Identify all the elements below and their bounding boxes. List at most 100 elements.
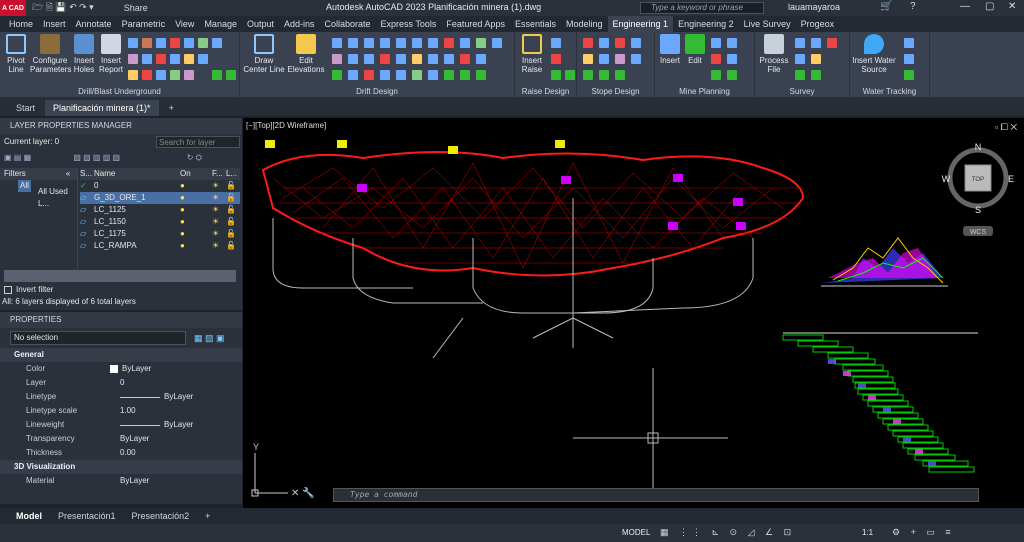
model-space-button[interactable]: MODEL (622, 528, 650, 537)
viewcube[interactable]: TOP N E S W WCS (942, 142, 1014, 236)
col-lock[interactable]: L... (226, 168, 237, 180)
quick-access-icons[interactable]: 🗁 🗎 💾 ↶ ↷ ▾ (32, 0, 94, 16)
tab-layout2[interactable]: Presentación2 (124, 511, 198, 521)
tool-icon[interactable] (827, 38, 837, 48)
insert-raise-button[interactable]: Insert Raise (517, 34, 547, 74)
prop-value[interactable]: ByLayer (120, 432, 149, 446)
edit-elevations-button[interactable]: Edit Elevations (286, 34, 326, 74)
tool-icon[interactable] (396, 38, 406, 48)
tool-icon[interactable] (348, 70, 358, 80)
menu-tab-progeox[interactable]: Progeox (796, 16, 840, 32)
tool-icon[interactable] (476, 54, 486, 64)
tool-icon[interactable] (128, 54, 138, 64)
layer-row[interactable]: ▱ LC_1125 ● ☀ 🔓 (80, 204, 240, 216)
tool-icon[interactable] (128, 38, 138, 48)
col-status[interactable]: S... (80, 168, 94, 180)
menu-tab-live-survey[interactable]: Live Survey (739, 16, 796, 32)
prop-value[interactable]: 0 (120, 376, 124, 390)
layer-row[interactable]: ✓ 0 ● ☀ 🔓 (80, 180, 240, 192)
checkbox-icon[interactable] (444, 70, 454, 80)
drawing-canvas[interactable]: [−][Top][2D Wireframe] TOP N E S W WCS Y… (243, 118, 1024, 508)
tool-icon[interactable] (364, 38, 374, 48)
tool-icon[interactable] (583, 54, 593, 64)
menu-tab-modeling[interactable]: Modeling (561, 16, 608, 32)
prop-value[interactable]: ByLayer (164, 390, 193, 404)
tool-icon[interactable] (811, 38, 821, 48)
selection-dropdown[interactable]: No selection (10, 331, 186, 345)
collapse-icon[interactable]: « (66, 168, 70, 180)
add-layout-button[interactable]: + (197, 511, 218, 521)
command-tools[interactable]: ✕ 🔧 (291, 488, 315, 499)
tool-icon[interactable] (156, 38, 166, 48)
tool-icon[interactable] (631, 38, 641, 48)
tool-icon[interactable] (811, 54, 821, 64)
tool-icon[interactable] (727, 38, 737, 48)
checkbox-icon[interactable] (332, 70, 342, 80)
filter-all-used[interactable]: All Used L... (38, 186, 77, 210)
tool-icon[interactable] (198, 54, 208, 64)
tool-icon[interactable] (428, 70, 438, 80)
layer-row[interactable]: ▱ LC_1175 ● ☀ 🔓 (80, 228, 240, 240)
tool-icon[interactable] (184, 38, 194, 48)
tool-icon[interactable] (904, 54, 914, 64)
layer-row[interactable]: ▱ LC_RAMPA ● ☀ 🔓 (80, 240, 240, 252)
tool-icon[interactable] (142, 38, 152, 48)
tool-icon[interactable] (476, 38, 486, 48)
tool-icon[interactable] (348, 38, 358, 48)
invert-filter-checkbox[interactable]: Invert filter (4, 284, 53, 296)
layer-search-input[interactable]: Search for layer (156, 136, 240, 148)
checkbox-icon[interactable] (476, 70, 486, 80)
new-tab-button[interactable]: + (161, 100, 182, 116)
share-button[interactable]: Share (124, 3, 148, 13)
tool-icon[interactable] (615, 38, 625, 48)
close-icon[interactable]: ✕ (1008, 1, 1016, 12)
tool-icon[interactable] (170, 70, 180, 80)
tool-icon[interactable] (380, 54, 390, 64)
prop-value[interactable]: 0.00 (120, 446, 136, 460)
annotation-scale[interactable]: 1:1 (862, 528, 873, 537)
tool-icon[interactable] (184, 54, 194, 64)
checkbox-icon[interactable] (904, 70, 914, 80)
tool-icon[interactable] (412, 54, 422, 64)
tool-icon[interactable] (348, 54, 358, 64)
menu-tab-manage[interactable]: Manage (199, 16, 242, 32)
tool-icon[interactable] (142, 54, 152, 64)
prop-value[interactable]: ByLayer (164, 418, 193, 432)
minimize-icon[interactable]: — (960, 1, 970, 12)
prop-value[interactable]: ByLayer (120, 474, 149, 488)
col-freeze[interactable]: F... (212, 168, 226, 180)
app-logo[interactable]: A CAD (0, 0, 26, 16)
quick-select-icon[interactable]: ▦ ▧ ▣ (194, 333, 225, 344)
search-input[interactable]: Type a keyword or phrase (640, 2, 764, 14)
menu-tab-output[interactable]: Output (242, 16, 279, 32)
checkbox-icon[interactable] (711, 70, 721, 80)
menu-tab-featured-apps[interactable]: Featured Apps (441, 16, 510, 32)
tool-icon[interactable] (212, 38, 222, 48)
tool-icon[interactable] (444, 38, 454, 48)
insert-report-button[interactable]: Insert Report (98, 34, 124, 74)
process-file-button[interactable]: Process File (759, 34, 789, 74)
menu-tab-insert[interactable]: Insert (38, 16, 71, 32)
command-line-input[interactable]: Type a command (333, 488, 979, 502)
tool-icon[interactable] (332, 54, 342, 64)
layer-toolbar[interactable]: ▣ ▤ ▦ ▨ ▨ ▨ ▨ ▨ ↻ ⛭ (0, 150, 242, 166)
tool-icon[interactable] (631, 54, 641, 64)
filter-all[interactable]: All (18, 180, 31, 192)
tool-icon[interactable] (428, 54, 438, 64)
tool-icon[interactable] (599, 54, 609, 64)
pivot-line-button[interactable]: Pivot Line (2, 34, 30, 74)
tool-icon[interactable] (156, 54, 166, 64)
tool-icon[interactable] (711, 38, 721, 48)
cart-icon[interactable]: 🛒 (880, 1, 892, 12)
tool-icon[interactable] (460, 38, 470, 48)
checkbox-icon[interactable] (727, 70, 737, 80)
help-icon[interactable]: ? (910, 1, 916, 12)
tool-icon[interactable] (551, 54, 561, 64)
checkbox-icon[interactable] (565, 70, 575, 80)
prop-value[interactable]: 1.00 (120, 404, 136, 418)
tool-icon[interactable] (364, 54, 374, 64)
tool-icon[interactable] (412, 38, 422, 48)
checkbox-icon[interactable] (795, 70, 805, 80)
checkbox-icon[interactable] (599, 70, 609, 80)
tool-icon[interactable] (795, 54, 805, 64)
